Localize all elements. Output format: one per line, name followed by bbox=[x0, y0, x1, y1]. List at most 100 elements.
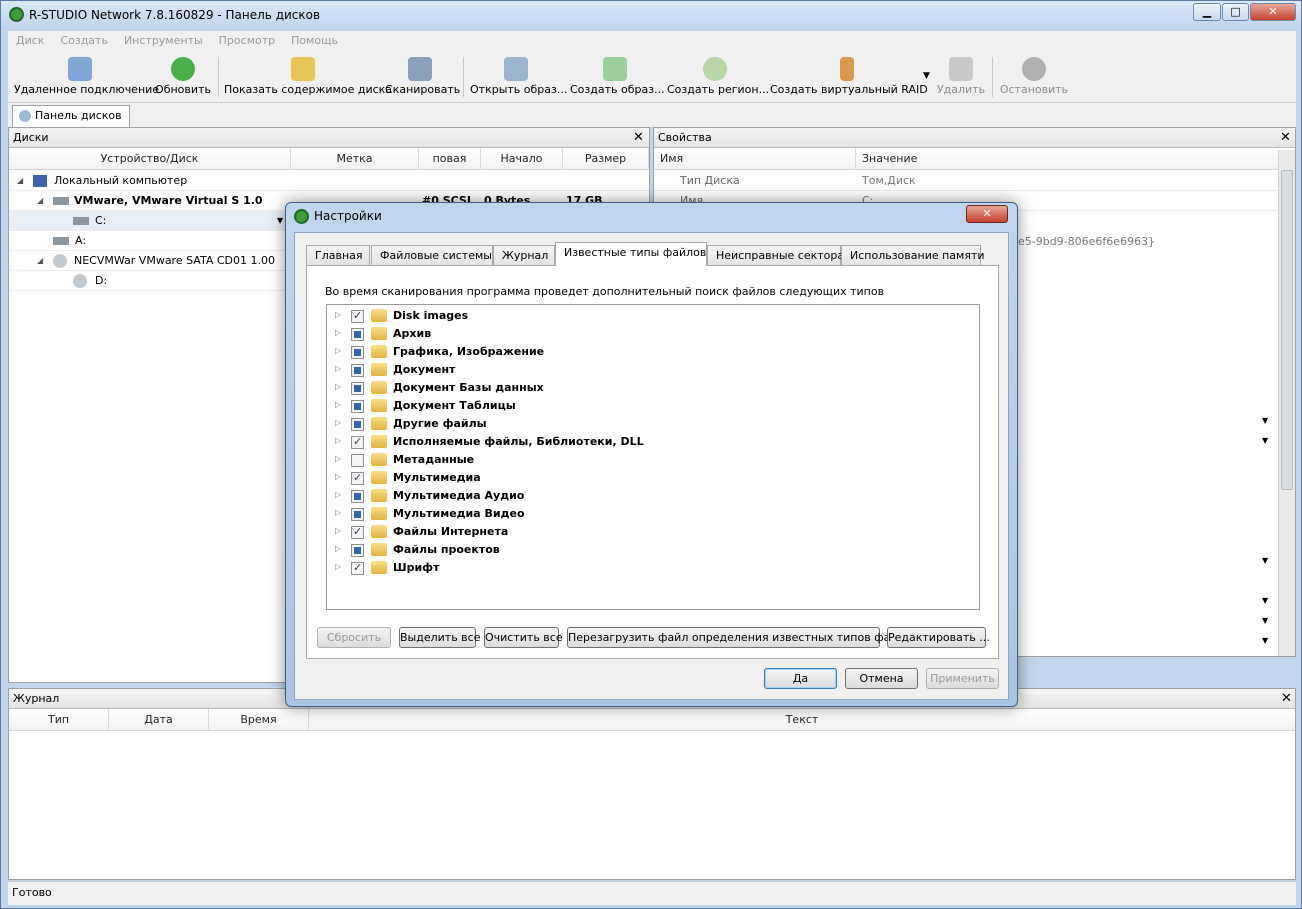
checkbox[interactable] bbox=[351, 490, 364, 503]
expand-icon[interactable]: ▷ bbox=[335, 364, 341, 373]
expand-icon[interactable]: ▷ bbox=[335, 490, 341, 499]
create-image-button[interactable]: Создать образ... bbox=[570, 51, 665, 103]
checkbox[interactable] bbox=[351, 346, 364, 359]
maximize-button[interactable]: □ bbox=[1222, 3, 1249, 21]
ok-button[interactable]: Да bbox=[764, 668, 837, 689]
tab-bad-sectors[interactable]: Неисправные сектора bbox=[707, 245, 844, 265]
chevron-down-icon[interactable]: ▼ bbox=[1262, 596, 1268, 605]
checkbox[interactable] bbox=[351, 382, 364, 395]
file-type-item[interactable]: ▷ Документ bbox=[333, 361, 973, 379]
menu-help[interactable]: Помощь bbox=[283, 31, 346, 50]
properties-scrollbar[interactable] bbox=[1278, 150, 1295, 656]
delete-button[interactable]: Удалить bbox=[936, 51, 986, 103]
file-types-list[interactable]: ▷Disk images▷Архив▷Графика, Изображение▷… bbox=[326, 304, 980, 610]
checkbox[interactable] bbox=[351, 454, 364, 467]
expand-icon[interactable]: ▷ bbox=[335, 382, 341, 391]
raid-dropdown-arrow[interactable]: ▼ bbox=[923, 71, 930, 81]
file-type-item[interactable]: ▷ Мультимедиа bbox=[333, 469, 973, 487]
dialog-close-button[interactable]: ✕ bbox=[966, 205, 1008, 223]
col-date[interactable]: Дата bbox=[109, 709, 209, 731]
select-all-button[interactable]: Выделить все bbox=[399, 627, 480, 648]
apply-button[interactable]: Применить bbox=[926, 668, 999, 689]
file-type-item[interactable]: ▷ Disk images bbox=[333, 307, 973, 325]
checkbox[interactable] bbox=[351, 435, 364, 449]
chevron-down-icon[interactable]: ▼ bbox=[1262, 556, 1268, 565]
scan-button[interactable]: Сканировать bbox=[385, 51, 460, 103]
edit-button[interactable]: Редактировать ... bbox=[887, 627, 990, 648]
close-icon[interactable]: ✕ bbox=[1281, 691, 1292, 706]
scrollbar-thumb[interactable] bbox=[1281, 170, 1293, 490]
close-window-button[interactable]: ✕ bbox=[1250, 3, 1296, 21]
refresh-button[interactable]: Обновить bbox=[154, 51, 212, 103]
checkbox[interactable] bbox=[351, 309, 364, 323]
expand-icon[interactable]: ▷ bbox=[335, 472, 341, 481]
expand-icon[interactable]: ▷ bbox=[335, 418, 341, 427]
menu-create[interactable]: Создать bbox=[52, 31, 116, 50]
file-type-item[interactable]: ▷ Исполняемые файлы, Библиотеки, DLL bbox=[333, 433, 973, 451]
col-label[interactable]: Метка bbox=[291, 148, 419, 170]
checkbox[interactable] bbox=[351, 544, 364, 557]
checkbox[interactable] bbox=[351, 508, 364, 521]
tree-row[interactable]: ◢ Локальный компьютер bbox=[9, 171, 649, 191]
checkbox[interactable] bbox=[351, 328, 364, 341]
remote-connect-button[interactable]: Удаленное подключение bbox=[14, 51, 159, 103]
expand-icon[interactable]: ▷ bbox=[335, 346, 341, 355]
col-size[interactable]: Размер bbox=[563, 148, 649, 170]
menu-view[interactable]: Просмотр bbox=[211, 31, 283, 50]
file-type-item[interactable]: ▷ Файлы проектов bbox=[333, 541, 973, 559]
checkbox[interactable] bbox=[351, 364, 364, 377]
minimize-button[interactable]: ▁ bbox=[1193, 3, 1221, 21]
col-device[interactable]: Устройство/Диск bbox=[9, 148, 291, 170]
expand-icon[interactable]: ▷ bbox=[335, 526, 341, 535]
close-icon[interactable]: ✕ bbox=[1280, 130, 1291, 145]
cancel-button[interactable]: Отмена bbox=[845, 668, 918, 689]
expand-icon[interactable]: ▷ bbox=[335, 328, 341, 337]
tab-known-file-types[interactable]: Известные типы файлов bbox=[555, 242, 707, 266]
checkbox[interactable] bbox=[351, 471, 364, 485]
expand-icon[interactable]: ▷ bbox=[335, 400, 341, 409]
file-type-item[interactable]: ▷ Архив bbox=[333, 325, 973, 343]
expand-icon[interactable]: ▷ bbox=[335, 454, 341, 463]
chevron-down-icon[interactable]: ▼ bbox=[277, 211, 283, 231]
file-type-item[interactable]: ▷ Метаданные bbox=[333, 451, 973, 469]
file-type-item[interactable]: ▷ Документ Базы данных bbox=[333, 379, 973, 397]
checkbox[interactable] bbox=[351, 561, 364, 575]
checkbox[interactable] bbox=[351, 400, 364, 413]
file-type-item[interactable]: ▷ Шрифт bbox=[333, 559, 973, 577]
expand-icon[interactable]: ▷ bbox=[335, 562, 341, 571]
tab-file-systems[interactable]: Файловые системы bbox=[371, 245, 493, 265]
chevron-down-icon[interactable]: ▼ bbox=[1262, 416, 1268, 425]
expand-icon[interactable]: ▷ bbox=[335, 310, 341, 319]
col-fs[interactable]: повая сист bbox=[419, 148, 481, 170]
expand-icon[interactable]: ▷ bbox=[335, 508, 341, 517]
tab-journal[interactable]: Журнал bbox=[493, 245, 555, 265]
col-value[interactable]: Значение bbox=[856, 148, 1280, 170]
property-row[interactable]: Тип Диска Том,Диск bbox=[654, 171, 1280, 191]
checkbox[interactable] bbox=[351, 525, 364, 539]
chevron-down-icon[interactable]: ▼ bbox=[1262, 636, 1268, 645]
menu-tools[interactable]: Инструменты bbox=[116, 31, 211, 50]
chevron-down-icon[interactable]: ▼ bbox=[1262, 616, 1268, 625]
show-contents-button[interactable]: Показать содержимое диска bbox=[224, 51, 392, 103]
file-type-item[interactable]: ▷ Мультимедиа Видео bbox=[333, 505, 973, 523]
open-image-button[interactable]: Открыть образ... bbox=[470, 51, 567, 103]
col-start[interactable]: Начало bbox=[481, 148, 563, 170]
file-type-item[interactable]: ▷ Файлы Интернета bbox=[333, 523, 973, 541]
expand-icon[interactable]: ▷ bbox=[335, 544, 341, 553]
clear-all-button[interactable]: Очистить все bbox=[484, 627, 563, 648]
create-region-button[interactable]: Создать регион... bbox=[667, 51, 769, 103]
menu-disk[interactable]: Диск bbox=[8, 31, 52, 50]
tab-memory-usage[interactable]: Использование памяти bbox=[841, 245, 985, 265]
close-icon[interactable]: ✕ bbox=[633, 130, 644, 145]
create-raid-button[interactable]: Создать виртуальный RAID bbox=[770, 51, 928, 103]
tab-disk-panel[interactable]: Панель дисков bbox=[12, 105, 130, 127]
file-type-item[interactable]: ▷ Документ Таблицы bbox=[333, 397, 973, 415]
reset-button[interactable]: Сбросить bbox=[317, 627, 391, 648]
col-type[interactable]: Тип bbox=[9, 709, 109, 731]
col-time[interactable]: Время bbox=[209, 709, 309, 731]
file-type-item[interactable]: ▷ Мультимедиа Аудио bbox=[333, 487, 973, 505]
checkbox[interactable] bbox=[351, 418, 364, 431]
stop-button[interactable]: Остановить bbox=[998, 51, 1070, 103]
tree-row[interactable]: C: ▼ bbox=[9, 211, 291, 231]
tab-general[interactable]: Главная bbox=[306, 245, 370, 265]
